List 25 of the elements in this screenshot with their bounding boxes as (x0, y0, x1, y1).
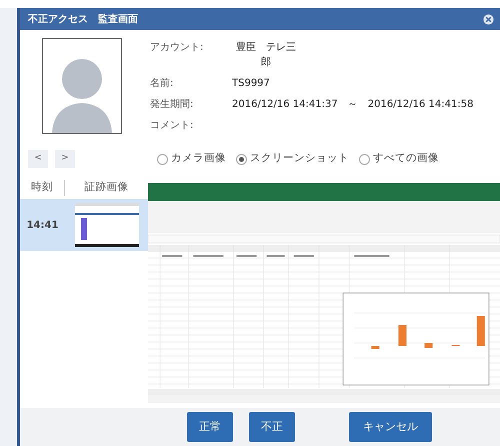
field-label: コメント: (150, 119, 194, 133)
radio-label[interactable]: スクリーンショット (250, 151, 349, 167)
field-label: 名前: (150, 77, 174, 91)
radio-button[interactable] (359, 154, 370, 164)
field-label: アカウント: (150, 41, 204, 55)
field-value: 2016/12/16 14:41:37 ～ 2016/12/16 14:41:58 (232, 98, 474, 112)
window-title: 不正アクセス 監査画面 (28, 12, 138, 26)
close-icon[interactable] (483, 14, 494, 24)
radio-label[interactable]: すべての画像 (373, 151, 439, 167)
action-button[interactable]: キャンセル (349, 412, 432, 442)
table-row[interactable]: 14:41 (20, 199, 148, 251)
field-label: 発生期間: (150, 98, 194, 112)
nav-button[interactable]: > (55, 150, 75, 168)
thumbnail-drawing (75, 203, 139, 247)
column-header: 証跡画像 (84, 180, 130, 196)
time-cell-text: 14:41 (26, 218, 60, 232)
radio-button[interactable] (236, 154, 247, 164)
action-button[interactable]: 正常 (187, 412, 233, 442)
nav-button[interactable]: < (28, 150, 48, 168)
column-header: 時刻 (20, 180, 65, 196)
field-value: TS9997 (232, 77, 270, 91)
radio-label[interactable]: カメラ画像 (171, 151, 226, 167)
field-value: 豊臣 テレ三郎 (235, 40, 297, 70)
radio-button[interactable] (157, 154, 168, 164)
action-button[interactable]: 不正 (249, 412, 295, 442)
